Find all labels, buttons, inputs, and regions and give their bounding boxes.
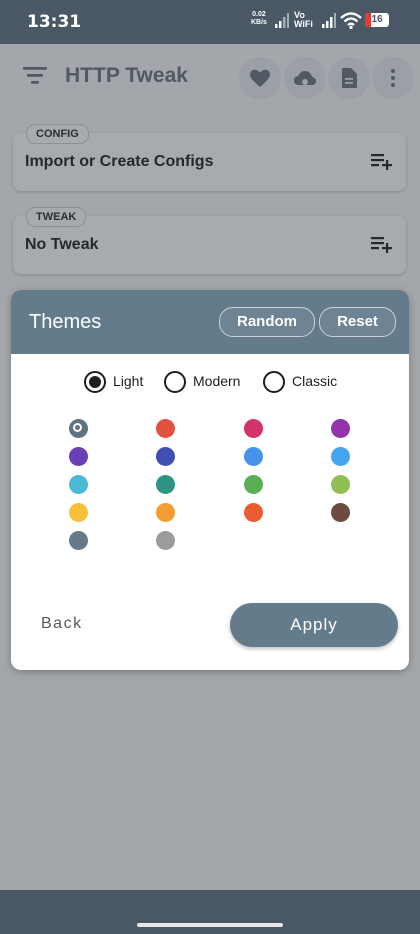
battery-indicator: 16	[365, 13, 389, 27]
radio-ring	[263, 371, 285, 393]
gesture-handle[interactable]	[137, 923, 283, 927]
color-swatch[interactable]	[156, 503, 175, 522]
color-swatch[interactable]	[156, 419, 175, 438]
color-swatch[interactable]	[156, 475, 175, 494]
network-speed-value: 0.02	[252, 11, 266, 18]
cloud-icon	[294, 71, 316, 85]
wifi-label: WiFi	[294, 19, 313, 29]
filter-menu-icon[interactable]	[22, 64, 48, 86]
radio-label-classic: Classic	[292, 373, 338, 389]
back-button[interactable]: Back	[41, 615, 83, 633]
battery-level-text: 16	[371, 14, 383, 25]
signal-icon	[275, 13, 289, 28]
status-bar: 13:31 0.02 KB/s Vo WiFi 16	[0, 0, 420, 44]
tweak-tag: TWEAK	[26, 207, 87, 227]
random-button[interactable]: Random	[219, 307, 315, 337]
selected-check-icon	[73, 423, 82, 432]
vowifi-indicator: Vo WiFi	[294, 11, 313, 29]
color-swatch[interactable]	[156, 531, 175, 550]
more-options-button[interactable]	[372, 57, 414, 99]
color-swatch[interactable]	[331, 447, 350, 466]
tweak-text: No Tweak	[25, 236, 99, 253]
navigation-bar	[0, 890, 420, 934]
color-swatch[interactable]	[69, 475, 88, 494]
color-swatch[interactable]	[244, 419, 263, 438]
color-swatch[interactable]	[69, 447, 88, 466]
color-swatch[interactable]	[331, 503, 350, 522]
favorite-button[interactable]	[239, 57, 281, 99]
network-speed-unit: KB/s	[251, 19, 267, 26]
app-toolbar: HTTP Tweak	[0, 44, 420, 110]
status-time: 13:31	[27, 12, 82, 32]
radio-ring	[164, 371, 186, 393]
color-swatch[interactable]	[331, 475, 350, 494]
playlist-add-icon[interactable]	[370, 234, 394, 254]
wifi-icon	[340, 12, 362, 29]
color-swatch[interactable]	[244, 447, 263, 466]
playlist-add-icon[interactable]	[370, 151, 394, 171]
config-text: Import or Create Configs	[25, 153, 214, 170]
color-swatch[interactable]	[69, 419, 88, 438]
radio-label-modern: Modern	[193, 373, 241, 389]
heart-icon	[250, 69, 270, 87]
app-title: HTTP Tweak	[65, 64, 188, 87]
reset-button[interactable]: Reset	[319, 307, 396, 337]
tweak-card[interactable]: TWEAK No Tweak	[13, 207, 406, 274]
color-swatch[interactable]	[244, 475, 263, 494]
cloud-button[interactable]	[284, 57, 326, 99]
radio-label-light: Light	[113, 373, 144, 389]
signal-icon-2	[322, 13, 336, 28]
themes-dialog: Themes Random Reset Light Modern Classic…	[11, 290, 409, 670]
dialog-header: Themes Random Reset	[11, 290, 409, 354]
network-speed: 0.02 KB/s	[251, 11, 267, 27]
more-vert-icon	[391, 69, 395, 87]
document-button[interactable]	[328, 57, 370, 99]
apply-button[interactable]: Apply	[230, 603, 398, 647]
color-swatch[interactable]	[69, 503, 88, 522]
color-swatch[interactable]	[331, 419, 350, 438]
color-swatch[interactable]	[244, 503, 263, 522]
document-icon	[342, 68, 357, 88]
color-swatch[interactable]	[156, 447, 175, 466]
radio-selected-dot	[89, 376, 101, 388]
theme-mode-group: Light Modern Classic	[11, 370, 409, 396]
config-tag: CONFIG	[26, 124, 89, 144]
color-swatch[interactable]	[69, 531, 88, 550]
dialog-title: Themes	[29, 311, 102, 333]
config-card[interactable]: CONFIG Import or Create Configs	[13, 124, 406, 191]
